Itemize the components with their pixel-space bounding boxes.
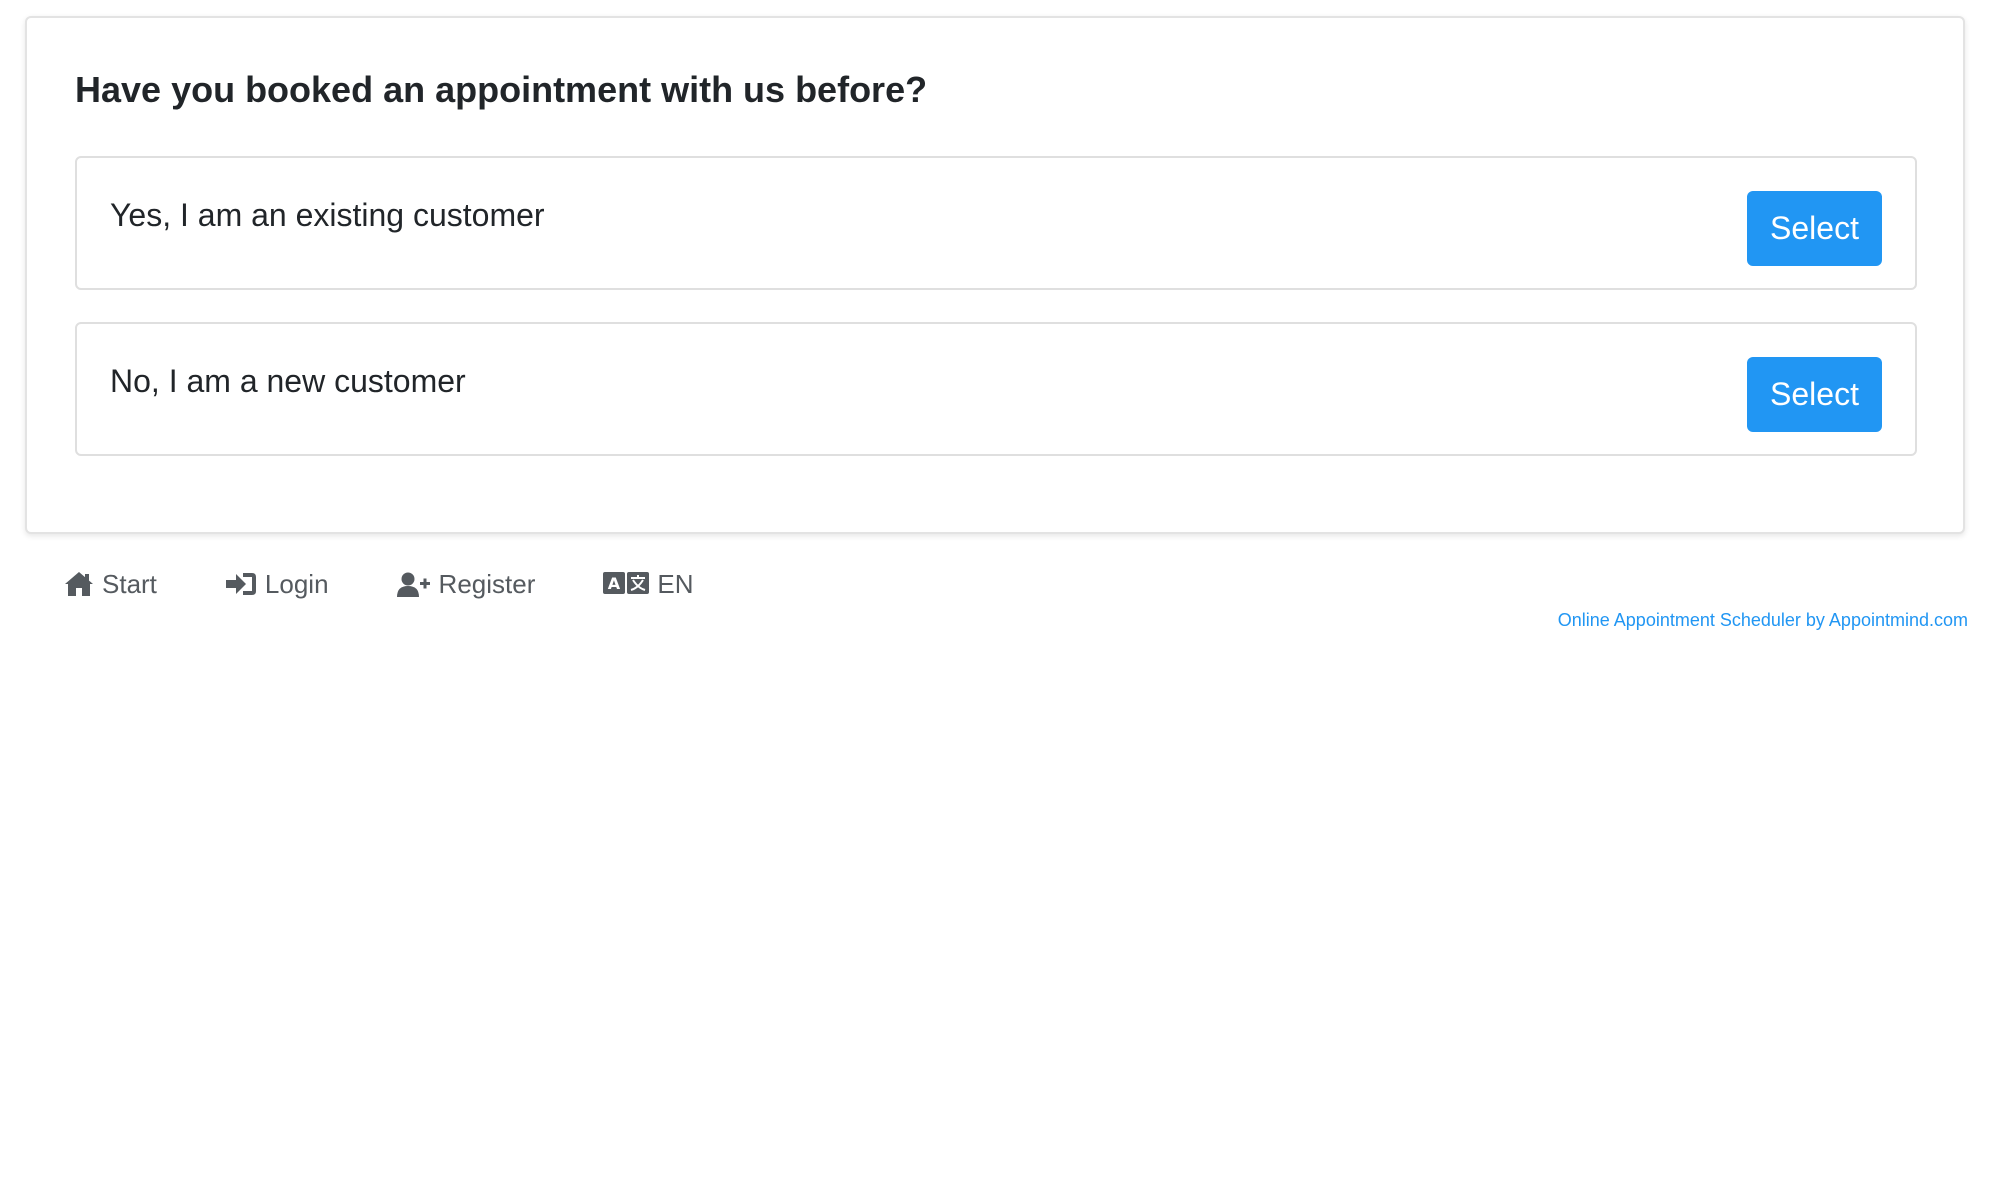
footer-nav: Start Login Register A EN bbox=[64, 566, 762, 602]
option-existing-customer: Yes, I am an existing customer Select bbox=[75, 156, 1917, 290]
nav-login-link[interactable]: Login bbox=[225, 569, 329, 600]
option-existing-customer-label: Yes, I am an existing customer bbox=[110, 197, 545, 233]
select-new-customer-button[interactable]: Select bbox=[1747, 357, 1882, 432]
nav-login-label: Login bbox=[264, 568, 329, 599]
language-icon: A bbox=[603, 572, 650, 596]
option-new-customer: No, I am a new customer Select bbox=[75, 322, 1917, 456]
sign-in-icon bbox=[225, 571, 257, 597]
user-plus-icon bbox=[396, 571, 431, 597]
nav-register-link[interactable]: Register bbox=[396, 568, 536, 600]
nav-start-link[interactable]: Start bbox=[64, 569, 157, 600]
nav-start-label: Start bbox=[102, 568, 157, 599]
svg-text:A: A bbox=[608, 574, 621, 593]
nav-register-label: Register bbox=[438, 568, 536, 599]
select-existing-customer-button[interactable]: Select bbox=[1747, 191, 1882, 266]
appointment-question-card: Have you booked an appointment with us b… bbox=[25, 16, 1965, 534]
language-label: EN bbox=[657, 568, 694, 599]
option-new-customer-label: No, I am a new customer bbox=[110, 363, 466, 399]
language-selector[interactable]: A EN bbox=[603, 568, 694, 600]
credit-link[interactable]: Online Appointment Scheduler by Appointm… bbox=[1558, 610, 1968, 631]
home-icon bbox=[64, 571, 94, 597]
page-title: Have you booked an appointment with us b… bbox=[75, 69, 928, 110]
